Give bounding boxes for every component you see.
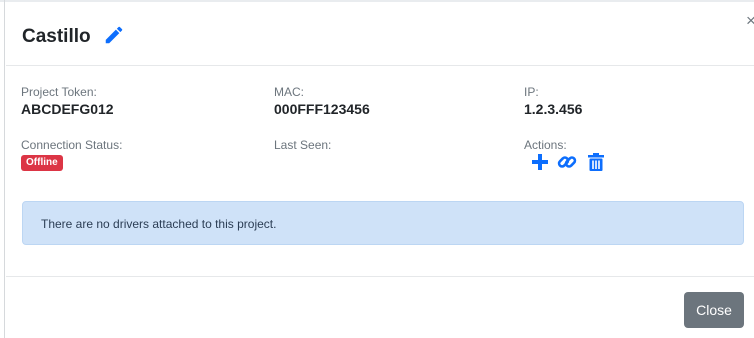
mac-value: 000FFF123456 — [274, 101, 370, 117]
info-alert: There are no drivers attached to this pr… — [22, 201, 744, 245]
modal-footer — [6, 276, 754, 338]
plus-icon[interactable] — [530, 152, 550, 172]
modal-title: Castillo — [22, 26, 91, 47]
connection-status-field: Connection Status: Offline — [21, 138, 122, 171]
connection-status-label: Connection Status: — [21, 138, 123, 152]
project-token-label: Project Token: — [21, 85, 97, 99]
close-icon[interactable]: × — [743, 12, 754, 29]
project-modal: Castillo × Project Token: ABCDEFG012 MAC… — [0, 0, 754, 338]
actions-field: Actions: — [524, 138, 567, 152]
last-seen-field: Last Seen: — [274, 138, 331, 153]
project-token-value: ABCDEFG012 — [21, 101, 114, 117]
link-icon[interactable] — [557, 152, 577, 172]
alert-message: There are no drivers attached to this pr… — [41, 217, 277, 231]
trash-icon[interactable] — [586, 152, 606, 172]
pencil-icon[interactable] — [103, 24, 125, 46]
project-token-field: Project Token: ABCDEFG012 — [21, 85, 114, 118]
actions-toolbar — [527, 152, 617, 174]
ip-label: IP: — [524, 85, 539, 99]
close-button[interactable]: Close — [684, 292, 744, 328]
actions-label: Actions: — [524, 138, 567, 152]
modal-header: Castillo × — [6, 2, 754, 66]
last-seen-label: Last Seen: — [274, 138, 332, 152]
ip-value: 1.2.3.456 — [524, 101, 583, 117]
mac-label: MAC: — [274, 85, 304, 99]
status-badge: Offline — [21, 155, 63, 171]
mac-field: MAC: 000FFF123456 — [274, 85, 370, 118]
modal-border — [4, 0, 5, 338]
ip-field: IP: 1.2.3.456 — [524, 85, 582, 118]
